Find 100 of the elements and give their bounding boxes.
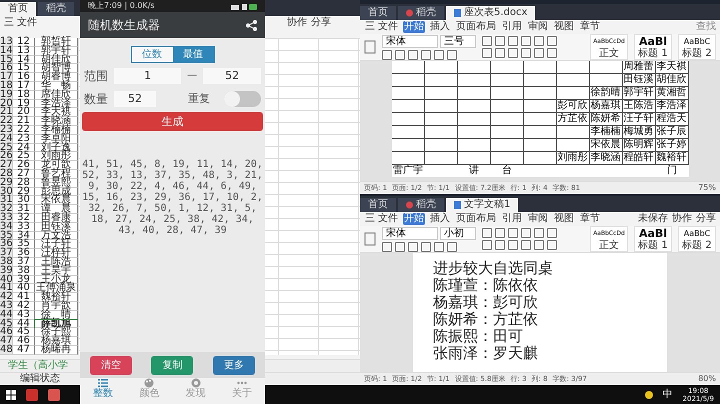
table-cell[interactable]: 杨晞冉 [35, 346, 78, 355]
range-to-field[interactable]: 52 [203, 68, 261, 84]
sheet-tab[interactable]: 学生（高小学 [8, 360, 68, 372]
row-number: 22 [0, 117, 13, 126]
window-tab[interactable]: 稻壳 [398, 6, 444, 20]
empty-table-cell [590, 74, 622, 87]
menu-tab[interactable]: 插入 [429, 21, 452, 33]
table-cell: 张子辰 [656, 126, 688, 139]
menu-tab[interactable]: 页面布局 [455, 213, 498, 225]
style-preset[interactable]: AaBbC 标题 2 [678, 34, 716, 60]
table-cell: 23 [13, 134, 35, 144]
table-cell[interactable]: 李浩泽 [35, 100, 78, 108]
menu-tab[interactable]: 开始 [403, 21, 426, 33]
table-cell: 41 [13, 293, 35, 302]
table-cell[interactable]: 刘子逸 [35, 144, 78, 152]
app-icon[interactable] [48, 388, 60, 400]
segment-tab[interactable]: 位数 [132, 47, 172, 62]
empty-table-cell [458, 126, 490, 139]
table-cell[interactable]: 郭宇轩 [35, 46, 78, 56]
font-field[interactable]: 宋体 [382, 226, 438, 240]
nav-tab[interactable]: 整数 [93, 378, 114, 404]
menu-tab[interactable]: 三 文件 [364, 21, 400, 33]
menu-tab[interactable]: 视图 [553, 21, 576, 33]
tray-icon[interactable] [644, 390, 653, 398]
table-cell[interactable]: 田钰溪 [35, 222, 78, 232]
signal-battery-icon [231, 2, 257, 10]
row-number: 29 [0, 178, 13, 188]
menu-tab[interactable]: 插入 [429, 213, 452, 225]
empty-table-cell [424, 100, 458, 113]
table-cell: 胡佳欣 [656, 74, 688, 87]
table-cell[interactable]: 席佳欣 [35, 90, 78, 100]
table-cell[interactable]: 杨嘉琪 [35, 337, 78, 346]
count-field[interactable]: 52 [114, 91, 156, 107]
toolbar-link[interactable]: 分享 [696, 213, 716, 225]
action-button[interactable]: 清空 [90, 356, 132, 374]
menu-tab[interactable]: 开始 [403, 213, 426, 225]
table-cell[interactable]: 李楠楠 [35, 126, 78, 135]
file-menu[interactable]: 三 文件 [4, 17, 38, 29]
action-button[interactable]: 更多 [213, 356, 256, 374]
window-tab[interactable]: 首页 [360, 198, 396, 212]
size-field[interactable]: 三号 [440, 34, 476, 48]
menu-tab[interactable]: 三 文件 [364, 213, 400, 225]
ime-indicator[interactable]: 中 [662, 388, 673, 400]
menu-tab[interactable]: 章节 [579, 21, 602, 33]
size-field[interactable]: 小初 [440, 226, 476, 240]
table-cell[interactable]: 李晓涵 [35, 117, 78, 126]
table-cell[interactable]: 肖宇歆 [35, 302, 78, 311]
result-numbers: 41, 51, 45, 8, 19, 11, 14, 20, 52, 33, 13, 37, 35, 48, 3, 21, 9, 30, 22, 4, 46, 44, 6, 49, 15, 16, 23, 29, 36, 17, 10, 2, 32, 26, 7, 50, 1, 12, 31, 5, 18, 27, 24, 25, 38, 42, 34, 43, 40, 28, 47, 39 [81, 159, 264, 236]
empty-table-cell [490, 61, 524, 74]
zoom-level[interactable]: 80% [698, 374, 716, 384]
table-cell[interactable]: 龙可歆 [35, 161, 78, 170]
table-cell[interactable]: 胡佳欣 [35, 56, 78, 64]
wps-app-icon[interactable] [26, 388, 38, 400]
window-tab[interactable]: 稻壳 [398, 198, 444, 212]
row-number: 47 [0, 337, 13, 346]
action-button[interactable]: 复制 [151, 356, 194, 374]
windows-icon[interactable] [6, 390, 16, 400]
generate-button[interactable]: 生成 [82, 112, 263, 131]
table-cell[interactable]: 李卓阳 [35, 134, 78, 144]
zoom-level[interactable]: 75% [698, 183, 716, 193]
menu-tab[interactable]: 视图 [553, 213, 576, 225]
empty-table-cell [424, 126, 458, 139]
menu-tab[interactable]: 引用 [501, 213, 524, 225]
menu-tab[interactable]: 引用 [501, 21, 524, 33]
window-tab[interactable]: 首页 [360, 6, 396, 20]
style-preset[interactable]: AaBl 标题 1 [634, 34, 672, 60]
empty-table-cell [524, 152, 556, 165]
font-field[interactable]: 宋体 [382, 34, 438, 48]
toolbar-link[interactable]: 未保存 [638, 213, 668, 225]
toolbar-link[interactable]: 协作 [287, 17, 307, 29]
table-cell[interactable]: 徐 晴 [35, 310, 78, 320]
share-icon[interactable] [246, 20, 257, 30]
empty-table-cell [556, 126, 590, 139]
table-cell: 张子婷 [656, 139, 688, 152]
menu-tab[interactable]: 审阅 [527, 213, 550, 225]
style-preset[interactable]: AaBl 标题 1 [634, 226, 672, 252]
toolbar-link[interactable]: 分享 [311, 17, 331, 29]
menu-tab[interactable]: 审阅 [527, 21, 550, 33]
window-tab[interactable]: 稻壳 [38, 2, 74, 16]
table-cell: 36 [13, 249, 35, 258]
segment-tab[interactable]: 最值 [172, 47, 214, 62]
repeat-switch[interactable] [224, 91, 261, 107]
footer-text: 雷广宇 [392, 165, 424, 177]
style-preset[interactable]: AaBbC 标题 2 [678, 226, 716, 252]
toolbar-link[interactable]: 协作 [672, 213, 692, 225]
window-tab[interactable]: 首页 [0, 2, 36, 16]
footer-text: 台 [501, 165, 513, 177]
window-tab[interactable]: 座次表5.docx [446, 6, 536, 20]
table-cell[interactable]: 胡睿博 [35, 73, 78, 82]
menu-tab[interactable]: 章节 [579, 213, 602, 225]
status-time: 晚上7:09 | 0.0K/s [88, 1, 155, 11]
table-cell: 宋依晨 [590, 139, 622, 152]
table-cell: 黄湘哲 [656, 87, 688, 100]
range-from-field[interactable]: 1 [114, 68, 182, 84]
empty-table-cell [458, 100, 490, 113]
window-tab[interactable]: 文字文稿1 [446, 198, 518, 212]
document-line: 陈妍希：方芷依 [433, 312, 539, 328]
table-cell[interactable]: 彭思成 [35, 188, 78, 196]
empty-table-cell [524, 139, 556, 152]
menu-tab[interactable]: 页面布局 [455, 21, 498, 33]
